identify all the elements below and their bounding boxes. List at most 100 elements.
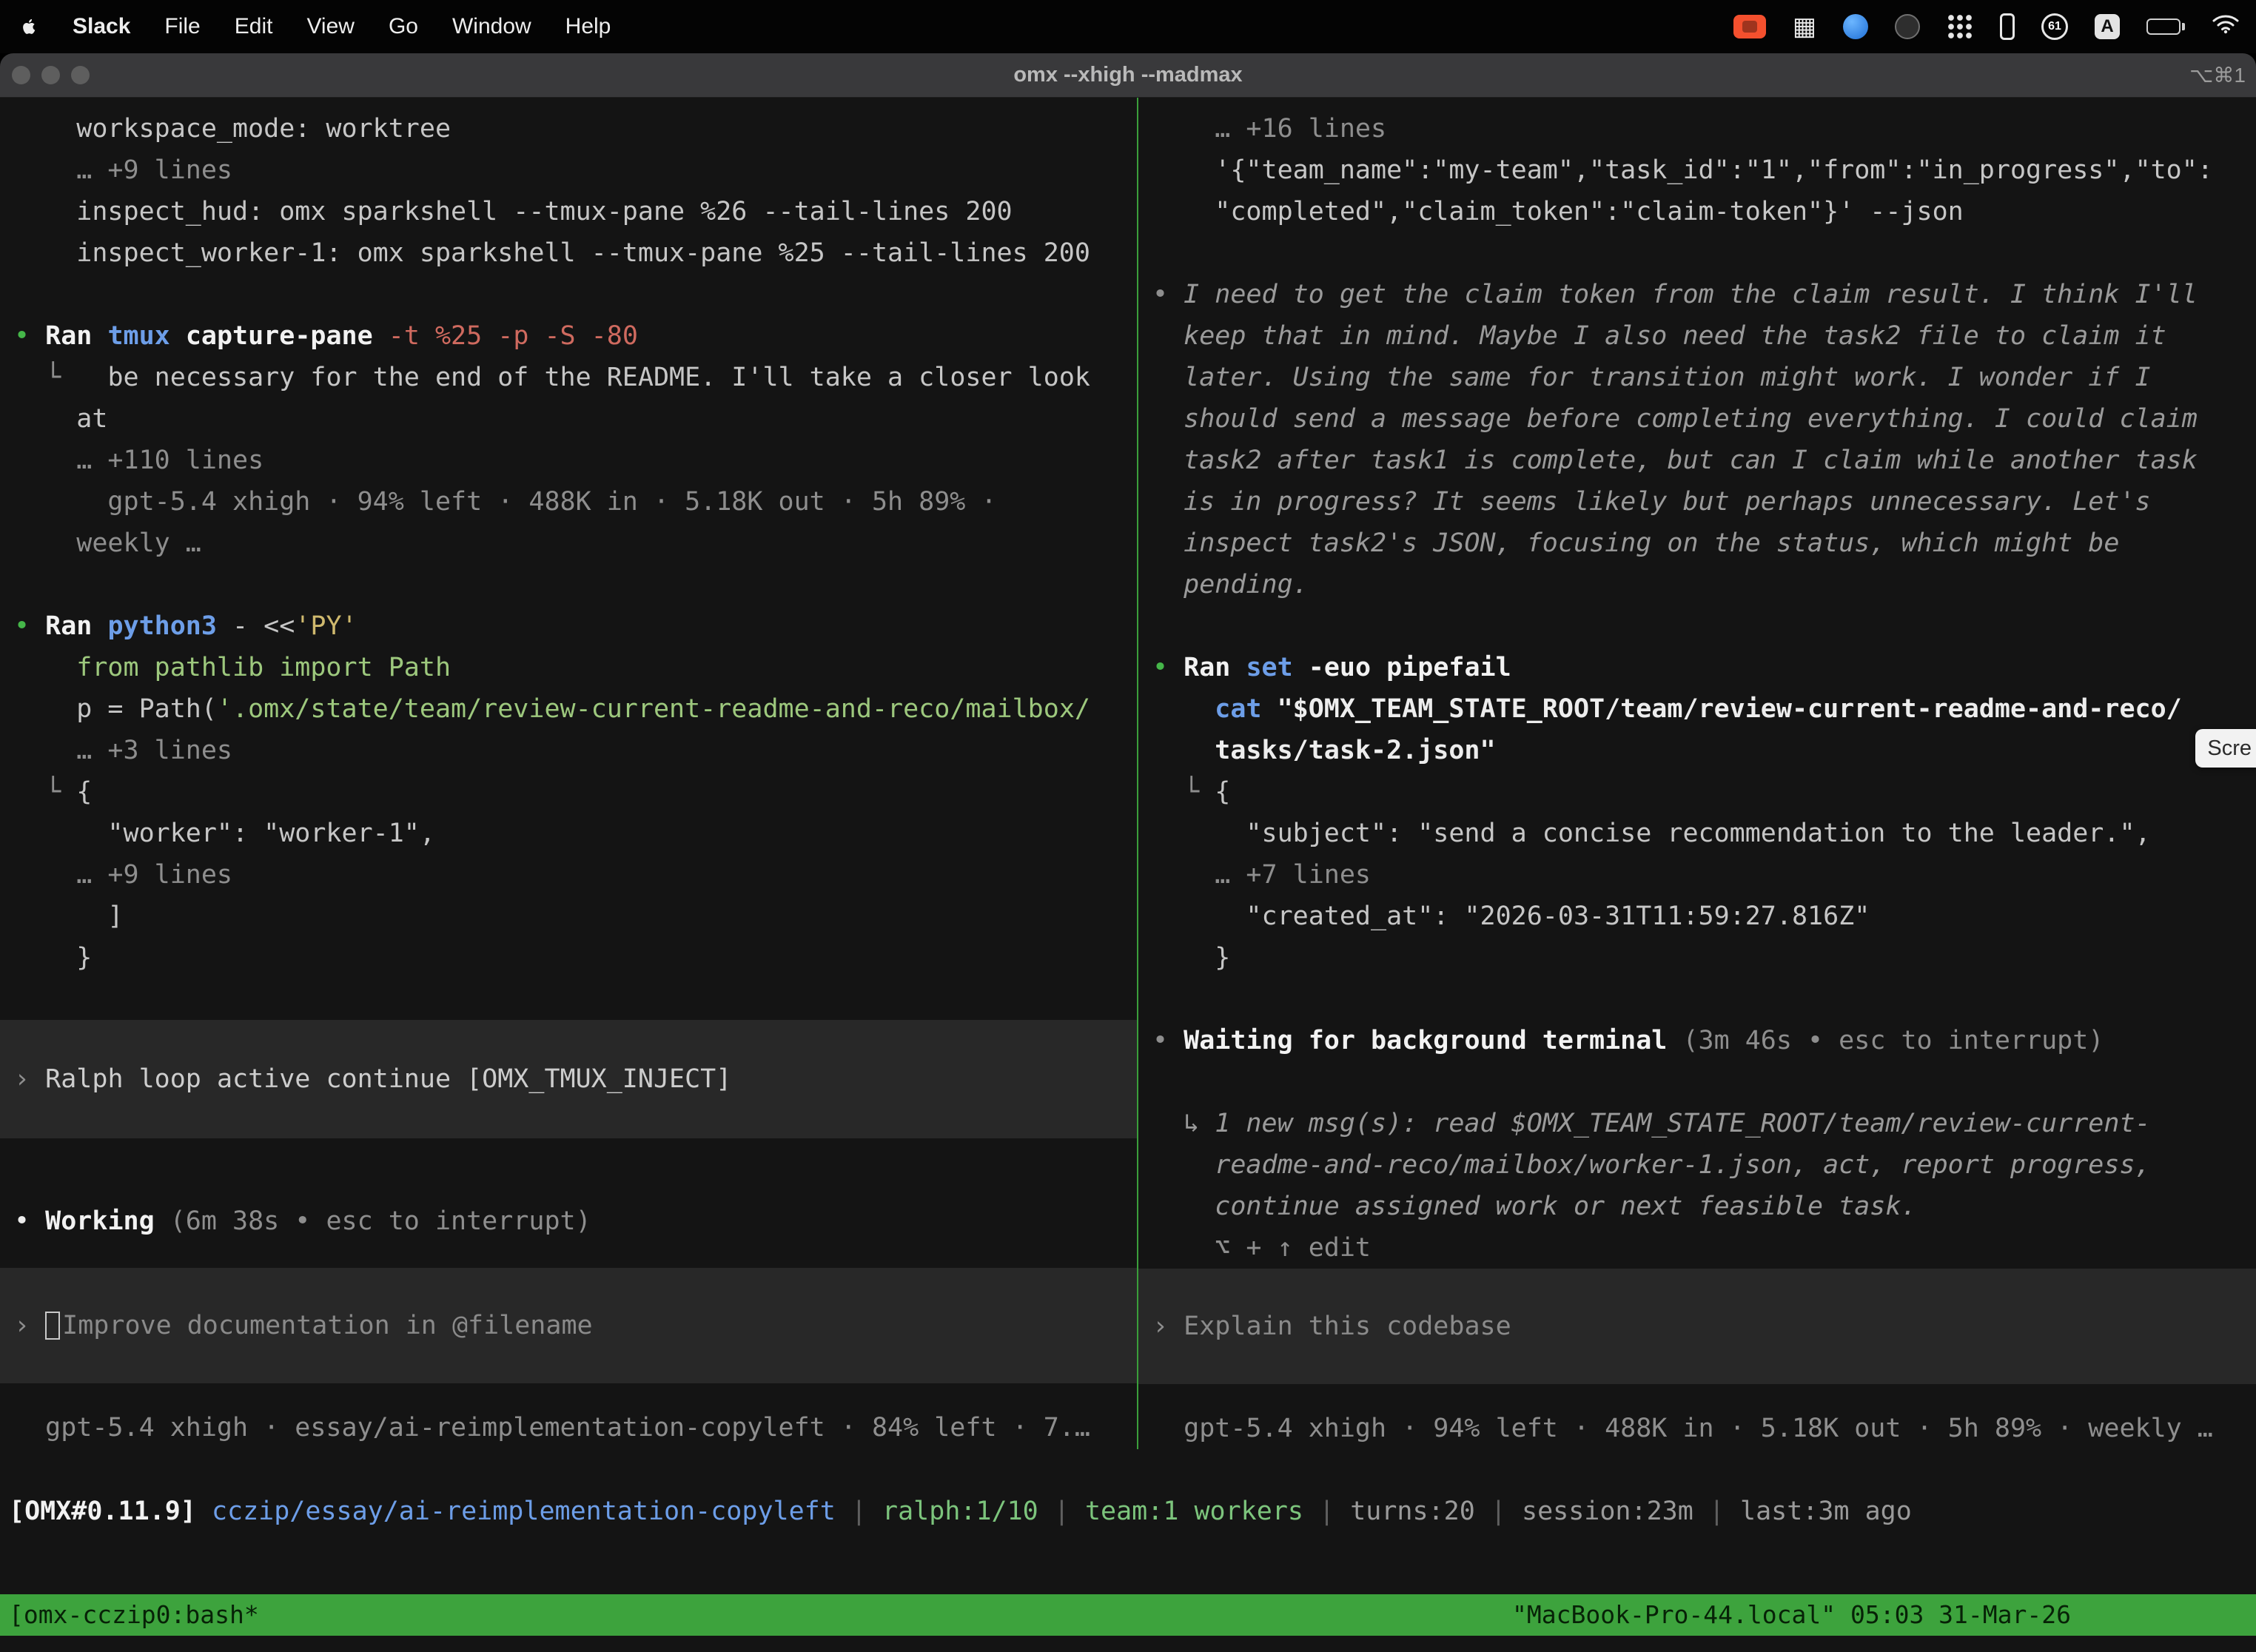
tmux-panes: workspace_mode: worktree … +9 lines insp… <box>0 98 2256 1449</box>
zoom-window-button[interactable] <box>71 66 90 84</box>
terminal-text-segment: Ran <box>45 321 107 351</box>
terminal-line: '{"team_name":"my-team","task_id":"1","f… <box>1138 150 2256 191</box>
terminal-text-segment: • <box>14 611 45 641</box>
terminal-line: gpt-5.4 xhigh · 94% left · 488K in · 5.1… <box>0 481 1137 523</box>
minimize-window-button[interactable] <box>41 66 60 84</box>
terminal-text-segment: [OMX#0.11.9] <box>9 1497 212 1526</box>
terminal-text-segment: inspect task2's JSON, focusing on the st… <box>1152 528 2119 558</box>
menu-item-file[interactable]: File <box>164 14 200 39</box>
window-titlebar[interactable]: omx --xhigh --madmax ⌥⌘1 <box>0 53 2256 98</box>
text-cursor <box>45 1312 60 1340</box>
terminal-text-segment: gpt-5.4 xhigh · 94% left · 488K in · 5.1… <box>1152 1414 2213 1443</box>
iphone-mirroring-icon[interactable] <box>2000 13 2015 40</box>
menu-item-go[interactable]: Go <box>389 14 418 39</box>
terminal-text-segment: be necessary for the end of the README. … <box>107 363 1090 392</box>
terminal-line: … +9 lines <box>0 150 1137 191</box>
terminal-line: • Ran set -euo pipefail <box>1138 647 2256 688</box>
terminal-text-segment: (6m 38s • esc to interrupt) <box>170 1206 591 1236</box>
close-window-button[interactable] <box>12 66 30 84</box>
menu-bar-left: Slack File Edit View Go Window Help <box>19 14 611 39</box>
terminal-text-segment: cat <box>1152 694 1278 724</box>
terminal-text-segment: Ralph loop active continue [OMX_TMUX_INJ… <box>45 1058 731 1100</box>
terminal-text-segment: should send a message before completing … <box>1152 404 2198 434</box>
terminal-text-segment: pending. <box>1152 570 1309 600</box>
terminal-text-segment: Waiting for background terminal <box>1184 1026 1682 1055</box>
terminal-text-segment: › <box>14 1058 45 1100</box>
terminal-text-segment: | <box>1475 1497 1522 1526</box>
dots-grid-icon[interactable] <box>1947 13 1973 40</box>
terminal-line: └ be necessary for the end of the README… <box>0 357 1137 398</box>
terminal-line: • Waiting for background terminal (3m 46… <box>1138 1020 2256 1061</box>
terminal-band[interactable]: › Explain this codebase <box>1138 1269 2256 1384</box>
blue-app-icon[interactable] <box>1843 14 1868 39</box>
tmux-pane-left[interactable]: workspace_mode: worktree … +9 lines insp… <box>0 98 1138 1449</box>
terminal-line: • I need to get the claim token from the… <box>1138 274 2256 315</box>
terminal-text-segment: "completed","claim_token":"claim-token"}… <box>1152 197 1964 226</box>
terminal-text-segment: Ran <box>45 611 107 641</box>
battery-icon[interactable] <box>2146 19 2185 35</box>
terminal-line: } <box>1138 937 2256 978</box>
terminal-text-segment: team:1 workers <box>1085 1497 1303 1526</box>
terminal-text-segment: └ <box>14 777 76 807</box>
terminal-gap <box>0 1242 1137 1268</box>
apple-menu-icon[interactable] <box>19 16 38 38</box>
tmux-pane-right[interactable]: … +16 lines '{"team_name":"my-team","tas… <box>1138 98 2256 1449</box>
terminal-line: • Ran tmux capture-pane -t %25 -p -S -80 <box>0 315 1137 357</box>
menu-item-window[interactable]: Window <box>452 14 531 39</box>
terminal-line: should send a message before completing … <box>1138 398 2256 440</box>
terminal-band[interactable]: › Improve documentation in @filename <box>0 1268 1137 1383</box>
wifi-icon[interactable] <box>2212 13 2240 40</box>
terminal-line: ] <box>0 896 1137 937</box>
terminal-text-segment: tasks/task-2.json" <box>1152 736 1496 765</box>
terminal-text-segment: at <box>14 404 107 434</box>
terminal-text-segment: … +16 lines <box>1152 114 1386 144</box>
terminal-line: "subject": "send a concise recommendatio… <box>1138 813 2256 854</box>
terminal-line: • Working (6m 38s • esc to interrupt) <box>0 1201 1137 1242</box>
window-grid-icon[interactable]: ▦ <box>1793 14 1816 39</box>
terminal-text-segment: - << <box>232 611 295 641</box>
terminal-text-segment: … +3 lines <box>14 736 232 765</box>
tmux-status-bar: [omx-cczip0:bash* "MacBook-Pro-44.local"… <box>0 1594 2256 1636</box>
terminal-line: continue assigned work or next feasible … <box>1138 1186 2256 1227</box>
terminal-text-segment: } <box>1152 943 1230 973</box>
terminal-text-segment: { <box>1215 777 1230 807</box>
menu-item-view[interactable]: View <box>306 14 354 39</box>
terminal-line: tasks/task-2.json" <box>1138 730 2256 771</box>
terminal-line <box>1138 978 2256 1020</box>
terminal-text-segment: readme-and-reco/mailbox/worker-1.json, a… <box>1152 1150 2151 1180</box>
terminal-text-segment: workspace_mode: worktree <box>14 114 451 144</box>
terminal-line <box>1138 605 2256 647</box>
terminal-text-segment: • <box>1152 280 1184 309</box>
terminal-line: weekly … <box>0 523 1137 564</box>
terminal-gap <box>1138 1384 2256 1408</box>
terminal-text-segment: ralph:1/10 <box>882 1497 1038 1526</box>
terminal-text-segment: -euo pipefail <box>1309 653 1511 682</box>
terminal-line: pending. <box>1138 564 2256 605</box>
terminal-line <box>0 564 1137 605</box>
terminal-text-segment: inspect_worker-1: omx sparkshell --tmux-… <box>14 238 1090 268</box>
terminal-line: ↳ 1 new msg(s): read $OMX_TEAM_STATE_ROO… <box>1138 1103 2256 1144</box>
active-app-menu[interactable]: Slack <box>73 14 130 39</box>
input-source-icon[interactable]: A <box>2095 14 2120 39</box>
dark-app-icon[interactable] <box>1895 14 1920 39</box>
tmux-session-window-label[interactable]: [omx-cczip0:bash* <box>9 1594 259 1636</box>
terminal-line: … +9 lines <box>0 854 1137 896</box>
terminal-text-segment: • <box>14 321 45 351</box>
terminal-text-segment: └ <box>1152 777 1215 807</box>
terminal-text-segment: python3 <box>107 611 232 641</box>
battery-percent-badge[interactable]: 61 <box>2041 13 2068 40</box>
terminal-text-segment: • <box>14 1206 45 1236</box>
terminal-line <box>1138 1061 2256 1103</box>
traffic-lights <box>0 66 90 84</box>
screen-recording-indicator-icon[interactable] <box>1733 15 1766 38</box>
terminal-line: gpt-5.4 xhigh · essay/ai-reimplementatio… <box>0 1407 1137 1448</box>
terminal-text-segment: later. Using the same for transition mig… <box>1152 363 2151 392</box>
terminal-text-segment: task2 after task1 is complete, but can I… <box>1152 446 2198 475</box>
terminal-text-segment: continue assigned work or next feasible … <box>1152 1192 1917 1221</box>
menu-item-help[interactable]: Help <box>565 14 611 39</box>
menu-item-edit[interactable]: Edit <box>235 14 273 39</box>
terminal-line: gpt-5.4 xhigh · 94% left · 488K in · 5.1… <box>1138 1408 2256 1449</box>
terminal-band[interactable]: › Ralph loop active continue [OMX_TMUX_I… <box>0 1020 1137 1138</box>
terminal-line <box>0 978 1137 1020</box>
terminal-text-segment: | <box>1303 1497 1350 1526</box>
